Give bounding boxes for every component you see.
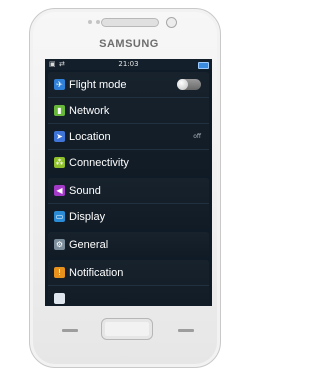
settings-item-partial[interactable] xyxy=(48,286,209,306)
settings-group-connections: ✈ Flight mode ▮ Network ➤ Location off ⁂… xyxy=(48,72,209,175)
flight-mode-toggle[interactable] xyxy=(177,79,201,90)
network-icon: ▮ xyxy=(54,105,65,116)
settings-item-location[interactable]: ➤ Location off xyxy=(48,124,209,150)
settings-item-connectivity[interactable]: ⁂ Connectivity xyxy=(48,150,209,175)
settings-item-label: Display xyxy=(69,210,106,223)
settings-item-flight-mode[interactable]: ✈ Flight mode xyxy=(48,72,209,98)
display-icon: ▭ xyxy=(54,211,65,222)
home-button[interactable] xyxy=(101,318,153,340)
notification-icon: ! xyxy=(54,267,65,278)
menu-key[interactable] xyxy=(62,329,78,332)
settings-item-label: General xyxy=(69,238,109,251)
settings-group-notification: ! Notification xyxy=(48,260,209,306)
next-item-icon xyxy=(54,293,65,304)
location-status: off xyxy=(193,133,201,140)
connectivity-icon: ⁂ xyxy=(54,157,65,168)
status-time: 21:03 xyxy=(118,60,139,68)
settings-item-label: Notification xyxy=(69,266,124,279)
front-camera xyxy=(166,17,177,28)
speaker-icon: ◀ xyxy=(54,185,65,196)
settings-item-label: Flight mode xyxy=(69,78,127,91)
brand-logo: SAMSUNG xyxy=(99,38,159,50)
earpiece-speaker xyxy=(101,18,159,27)
settings-group-media: ◀ Sound ▭ Display xyxy=(48,178,209,229)
settings-item-label: Location xyxy=(69,130,111,143)
settings-item-label: Network xyxy=(69,104,110,117)
airplane-icon: ✈ xyxy=(54,79,65,90)
settings-item-display[interactable]: ▭ Display xyxy=(48,204,209,229)
settings-item-network[interactable]: ▮ Network xyxy=(48,98,209,124)
settings-item-general[interactable]: ⚙ General xyxy=(48,232,209,257)
sensor-dot xyxy=(88,20,92,24)
settings-item-sound[interactable]: ◀ Sound xyxy=(48,178,209,204)
battery-icon xyxy=(198,62,209,69)
settings-group-general: ⚙ General xyxy=(48,232,209,257)
settings-item-label: Connectivity xyxy=(69,156,129,169)
status-bar: ▣ ⇄ 21:03 xyxy=(45,59,212,70)
settings-item-notification[interactable]: ! Notification xyxy=(48,260,209,286)
sensor-dot xyxy=(96,20,100,24)
gear-icon: ⚙ xyxy=(54,239,65,250)
location-icon: ➤ xyxy=(54,131,65,142)
screen: ▣ ⇄ 21:03 ✈ Flight mode ▮ Network ➤ Loca… xyxy=(45,59,212,306)
back-key[interactable] xyxy=(178,329,194,332)
toggle-knob xyxy=(177,79,188,90)
settings-item-label: Sound xyxy=(69,184,101,197)
